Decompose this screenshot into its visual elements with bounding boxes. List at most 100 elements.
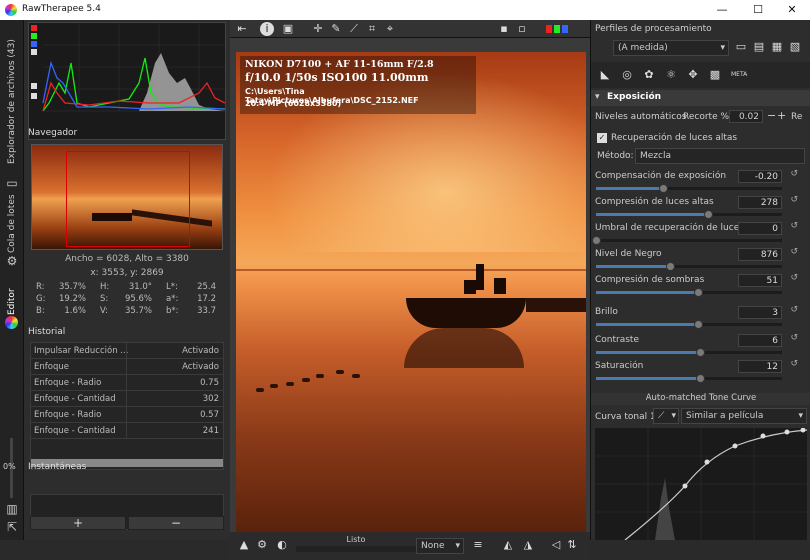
settings-icon[interactable]: ⚙ (254, 538, 270, 552)
slider-knob[interactable] (666, 262, 676, 271)
slider-knob[interactable] (658, 184, 668, 193)
save-profile-icon[interactable]: ▤ (751, 40, 767, 54)
history-row[interactable]: Impulsar Reducción ... Activado (31, 343, 223, 359)
info-icon[interactable]: i (260, 22, 274, 36)
slider-7[interactable]: Saturación 12 ↺ (592, 358, 802, 384)
highlight-recovery-checkbox[interactable]: ✓ (597, 133, 607, 143)
slider-knob[interactable] (592, 236, 601, 245)
preview-icon[interactable]: ▲ (236, 538, 252, 552)
slider-value-input[interactable]: 12 (738, 360, 782, 373)
reset-icon[interactable]: ↺ (790, 333, 798, 343)
before-after-icon[interactable]: ▣ (280, 22, 296, 36)
reset-icon[interactable]: ↺ (790, 359, 798, 369)
hide-left-panel-icon[interactable]: ⇤ (234, 22, 250, 36)
slider-value-input[interactable]: 0 (738, 222, 782, 235)
curve-type-select[interactable]: ⟋ ▾ (653, 408, 679, 424)
paste-profile-icon[interactable]: ▧ (787, 40, 803, 54)
minimize-button[interactable]: — (712, 2, 732, 18)
reset-icon[interactable]: ↺ (790, 169, 798, 179)
method-select[interactable]: Mezcla (635, 148, 805, 164)
crop-icon[interactable]: ⌗ (364, 22, 380, 36)
profile-select[interactable]: (A medida) ▾ (613, 40, 729, 56)
slider-1[interactable]: Compresión de luces altas 278 ↺ (592, 194, 802, 220)
tab-exposure-icon[interactable]: ◣ (597, 68, 613, 82)
white-balance-icon[interactable]: ✎ (328, 22, 344, 36)
copy-profile-icon[interactable]: ▦ (769, 40, 785, 54)
history-row[interactable]: Enfoque - Radio 0.57 (31, 407, 223, 423)
add-snapshot-button[interactable]: + (30, 516, 126, 530)
tab-details-icon[interactable]: ◎ (619, 68, 635, 82)
slider-track[interactable] (596, 320, 782, 329)
tab-color-icon[interactable]: ✿ (641, 68, 657, 82)
slider-value-input[interactable]: 6 (738, 334, 782, 347)
slider-track[interactable] (596, 210, 782, 219)
tab-advanced-icon[interactable]: ⚛ (663, 68, 679, 82)
reset-icon[interactable]: ↺ (790, 247, 798, 257)
soft-proof-icon[interactable]: ◮ (520, 538, 536, 552)
clip-reset-button[interactable]: Re (791, 112, 802, 122)
color-picker-icon[interactable]: ⌖ (382, 22, 398, 36)
clip-input[interactable]: 0.02 (729, 110, 763, 123)
maximize-button[interactable]: ☐ (748, 2, 768, 18)
reset-icon[interactable]: ↺ (790, 195, 798, 205)
panel-icon[interactable]: ▥ (4, 502, 20, 516)
history-row[interactable]: Enfoque - Cantidad 302 (31, 391, 223, 407)
slider-track[interactable] (596, 184, 782, 193)
slider-track[interactable] (592, 236, 782, 245)
slider-value-input[interactable]: 3 (738, 306, 782, 319)
tab-batch-queue[interactable]: Cola de lotes (2, 194, 22, 254)
navigator-preview[interactable] (31, 144, 223, 250)
slider-value-input[interactable]: 278 (738, 196, 782, 209)
curve-mode-select[interactable]: Similar a película ▾ (681, 408, 807, 424)
straighten-icon[interactable]: ⟋ (346, 22, 362, 36)
slider-track[interactable] (596, 374, 782, 383)
slider-knob[interactable] (703, 210, 713, 219)
navigator-viewport-rect[interactable] (66, 151, 190, 247)
remove-snapshot-button[interactable]: − (128, 516, 224, 530)
slider-track[interactable] (596, 288, 782, 297)
main-photo[interactable]: NIKON D7100 + AF 11-16mm F/2.8 f/10.0 1/… (236, 52, 586, 532)
slider-knob[interactable] (694, 320, 704, 329)
exposure-header[interactable]: ▾ Exposición (591, 90, 810, 106)
slider-2[interactable]: Umbral de recuperación de luces altas 0 ↺ (592, 220, 802, 246)
slider-value-input[interactable]: 876 (738, 248, 782, 261)
slider-value-input[interactable]: -0.20 (738, 170, 782, 183)
slider-knob[interactable] (694, 288, 704, 297)
increment-icon[interactable]: + (777, 109, 786, 122)
slider-0[interactable]: Compensación de exposición -0.20 ↺ (592, 168, 802, 194)
auto-levels-button[interactable]: Niveles automáticos (595, 112, 686, 122)
sync-icon[interactable]: ⇅ (564, 538, 580, 552)
tone-curve-editor[interactable] (595, 427, 808, 541)
color-wheel-icon[interactable] (5, 316, 18, 329)
color-management-icon[interactable]: ◐ (274, 538, 290, 552)
close-button[interactable]: ✕ (782, 2, 802, 18)
slider-value-input[interactable]: 51 (738, 274, 782, 287)
slider-6[interactable]: Contraste 6 ↺ (592, 332, 802, 358)
slider-track[interactable] (596, 262, 782, 271)
reset-icon[interactable]: ↺ (790, 273, 798, 283)
history-row[interactable]: Enfoque - Cantidad 241 (31, 423, 223, 439)
history-row[interactable]: Enfoque - Radio 0.75 (31, 375, 223, 391)
slider-4[interactable]: Compresión de sombras 51 ↺ (592, 272, 802, 298)
slider-5[interactable]: Brillo 3 ↺ (592, 304, 802, 330)
reset-icon[interactable]: ↺ (790, 305, 798, 315)
intent-icon[interactable]: ≡ (470, 538, 486, 552)
preview-mode-icon[interactable]: ▫ (514, 22, 530, 36)
folder-icon[interactable]: ▭ (4, 176, 20, 190)
tab-file-browser[interactable]: Explorador de archivos (43) (2, 28, 22, 176)
slider-knob[interactable] (696, 374, 706, 383)
reset-icon[interactable]: ↺ (790, 221, 798, 231)
previous-image-icon[interactable]: ◁ (548, 538, 564, 552)
gamut-check-icon[interactable]: ◭ (500, 538, 516, 552)
channel-toggles[interactable] (546, 25, 576, 33)
slider-3[interactable]: Nivel de Negro 876 ↺ (592, 246, 802, 272)
expand-icon[interactable]: ⇱ (4, 520, 20, 534)
slider-track[interactable] (596, 348, 782, 357)
tab-transform-icon[interactable]: ✥ (685, 68, 701, 82)
tab-raw-icon[interactable]: ▩ (707, 68, 723, 82)
slider-knob[interactable] (696, 348, 706, 357)
history-row[interactable]: Enfoque Activado (31, 359, 223, 375)
open-profile-icon[interactable]: ▭ (733, 40, 749, 54)
hand-tool-icon[interactable]: ✛ (310, 22, 326, 36)
gear-icon[interactable]: ⚙ (4, 254, 20, 268)
